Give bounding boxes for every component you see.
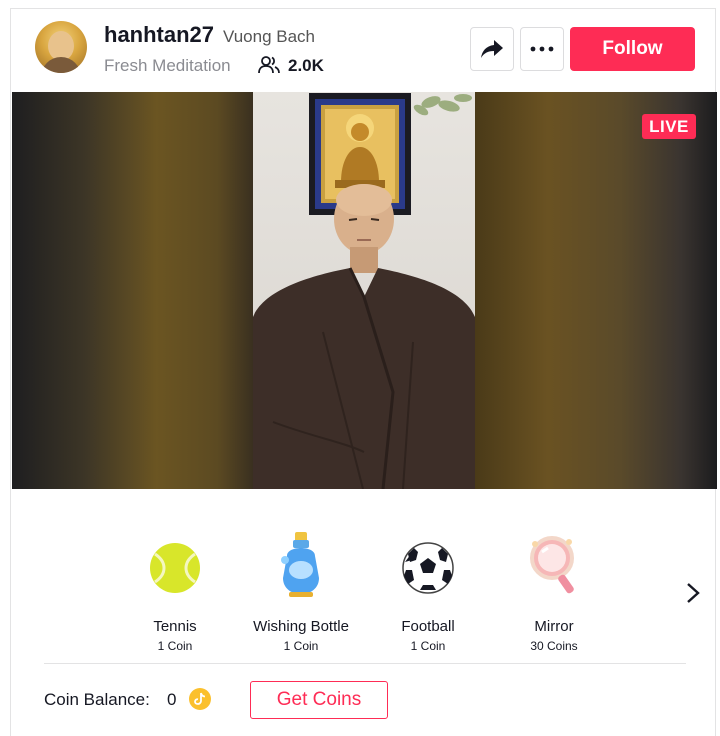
coin-icon (189, 688, 211, 710)
live-title: Fresh Meditation (104, 56, 231, 75)
tennis-ball-icon (150, 543, 200, 593)
coin-balance-label: Coin Balance: (44, 690, 150, 709)
share-button[interactable] (470, 27, 514, 71)
gift-name: Wishing Bottle (253, 618, 349, 635)
nickname: Vuong Bach (223, 27, 315, 46)
gift-football[interactable]: Football 1 Coin (373, 530, 483, 653)
viewer-count: 2.0K (288, 56, 324, 75)
viewers-icon (258, 56, 280, 74)
football-icon (402, 542, 454, 594)
divider (44, 663, 686, 664)
live-video[interactable] (12, 92, 717, 489)
more-icon (530, 46, 554, 52)
gift-name: Tennis (153, 618, 197, 635)
gift-price: 1 Coin (283, 639, 319, 653)
get-coins-button[interactable]: Get Coins (250, 681, 388, 719)
video-blur-left (12, 92, 253, 489)
mirror-icon (530, 536, 574, 594)
streamer-image (253, 93, 475, 489)
gift-price: 30 Coins (530, 639, 578, 653)
chevron-right-icon[interactable] (684, 582, 702, 604)
share-icon (481, 40, 503, 58)
gift-wishing-bottle[interactable]: Wishing Bottle 1 Coin (246, 530, 356, 653)
coin-balance-value: 0 (167, 690, 177, 709)
gift-tennis[interactable]: Tennis 1 Coin (120, 530, 230, 653)
more-options-button[interactable] (520, 27, 564, 71)
gift-name: Football (401, 618, 455, 635)
username[interactable]: hanhtan27 (104, 22, 214, 48)
gift-name: Mirror (534, 618, 574, 635)
wishing-bottle-icon (281, 532, 319, 597)
gift-mirror[interactable]: Mirror 30 Coins (499, 530, 609, 653)
live-badge: LIVE (642, 114, 696, 139)
avatar[interactable] (35, 21, 87, 73)
follow-button[interactable]: Follow (570, 27, 695, 71)
video-blur-right (475, 92, 717, 489)
gift-price: 1 Coin (410, 639, 446, 653)
gift-price: 1 Coin (157, 639, 193, 653)
video-frame (253, 92, 475, 489)
